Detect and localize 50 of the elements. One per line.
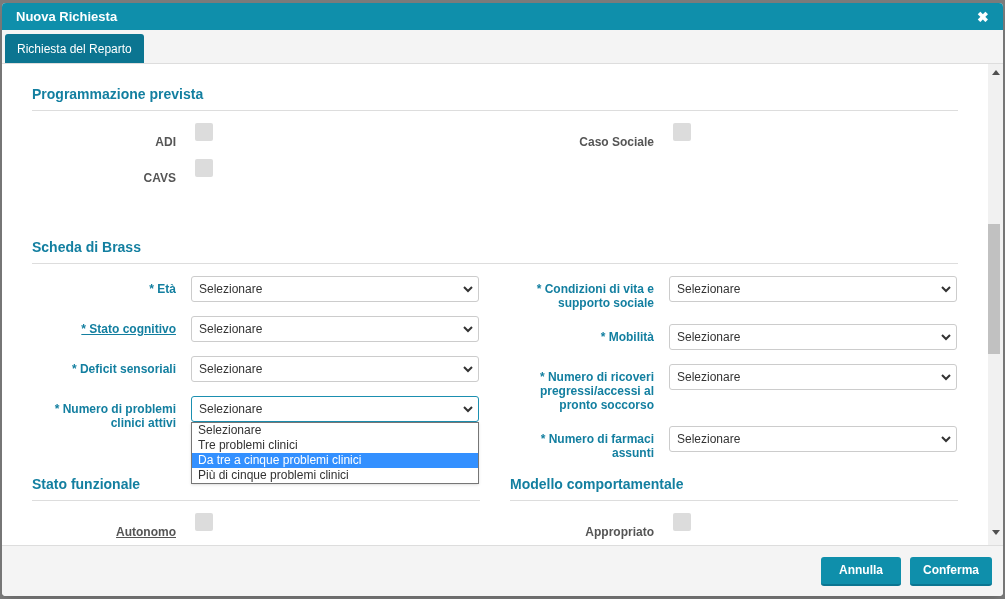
field-label: ADI [154, 134, 176, 151]
section-title: Modello comportamentale [510, 476, 684, 492]
chevron-down-icon [463, 325, 473, 333]
chevron-down-icon [941, 373, 951, 381]
field-label: Caso Sociale [578, 134, 654, 151]
section-title: Programmazione prevista [32, 86, 204, 102]
select-field[interactable]: Selezionare [669, 426, 957, 452]
field-label: * Numero di problemi clinici attivi [53, 401, 176, 430]
chevron-down-icon [463, 405, 473, 413]
scroll-up-icon[interactable] [992, 70, 1000, 75]
chevron-down-icon [941, 285, 951, 293]
scroll-thumb[interactable] [988, 224, 1000, 354]
dropdown-option[interactable]: Più di cinque problemi clinici [192, 468, 478, 483]
chevron-down-icon [463, 365, 473, 373]
chevron-down-icon [463, 285, 473, 293]
tab[interactable]: Richiesta del Reparto [5, 34, 144, 63]
field-label: * Condizioni di vita e supporto sociale [535, 281, 654, 310]
close-button[interactable]: ✖ [977, 9, 989, 24]
checkbox[interactable] [673, 123, 691, 141]
field-label: * Numero di farmaci assunti [539, 431, 654, 460]
select-field[interactable]: Selezionare [191, 276, 479, 302]
select-field[interactable]: Selezionare [191, 356, 479, 382]
chevron-down-icon [941, 333, 951, 341]
checkbox[interactable] [195, 513, 213, 531]
field-label: Appropriato [584, 524, 654, 541]
select-field[interactable]: Selezionare [191, 396, 479, 422]
field-link[interactable]: * Stato cognitivo [32, 316, 176, 336]
field-label: * Mobilità [599, 329, 654, 344]
field-link[interactable]: Autonomo [32, 513, 176, 541]
select-field[interactable]: Selezionare [669, 276, 957, 302]
window-title: Nuova Richiesta [16, 7, 118, 26]
chevron-down-icon [941, 435, 951, 443]
select-field[interactable]: Selezionare [191, 316, 479, 342]
section-title: Scheda di Brass [32, 239, 141, 255]
checkbox[interactable] [195, 159, 213, 177]
select-field[interactable]: Selezionare [669, 364, 957, 390]
section-title: Stato funzionale [32, 476, 141, 492]
checkbox[interactable] [673, 513, 691, 531]
field-label: CAVS [142, 170, 176, 187]
dialog-button[interactable]: Conferma [910, 556, 992, 586]
field-label: * Numero di ricoveri pregressi/accessi al pronto soccorso [538, 369, 654, 412]
field-label: * Deficit sensoriali [70, 361, 176, 376]
dialog-button[interactable]: Annulla [821, 556, 901, 586]
dropdown-option[interactable]: Selezionare [192, 423, 478, 438]
scrollbar[interactable] [988, 64, 1003, 545]
field-label: * Età [148, 281, 176, 296]
checkbox[interactable] [195, 123, 213, 141]
select-field[interactable]: Selezionare [669, 324, 957, 350]
scroll-down-icon[interactable] [992, 530, 1000, 535]
dropdown-option[interactable]: Tre problemi clinici [192, 438, 478, 453]
